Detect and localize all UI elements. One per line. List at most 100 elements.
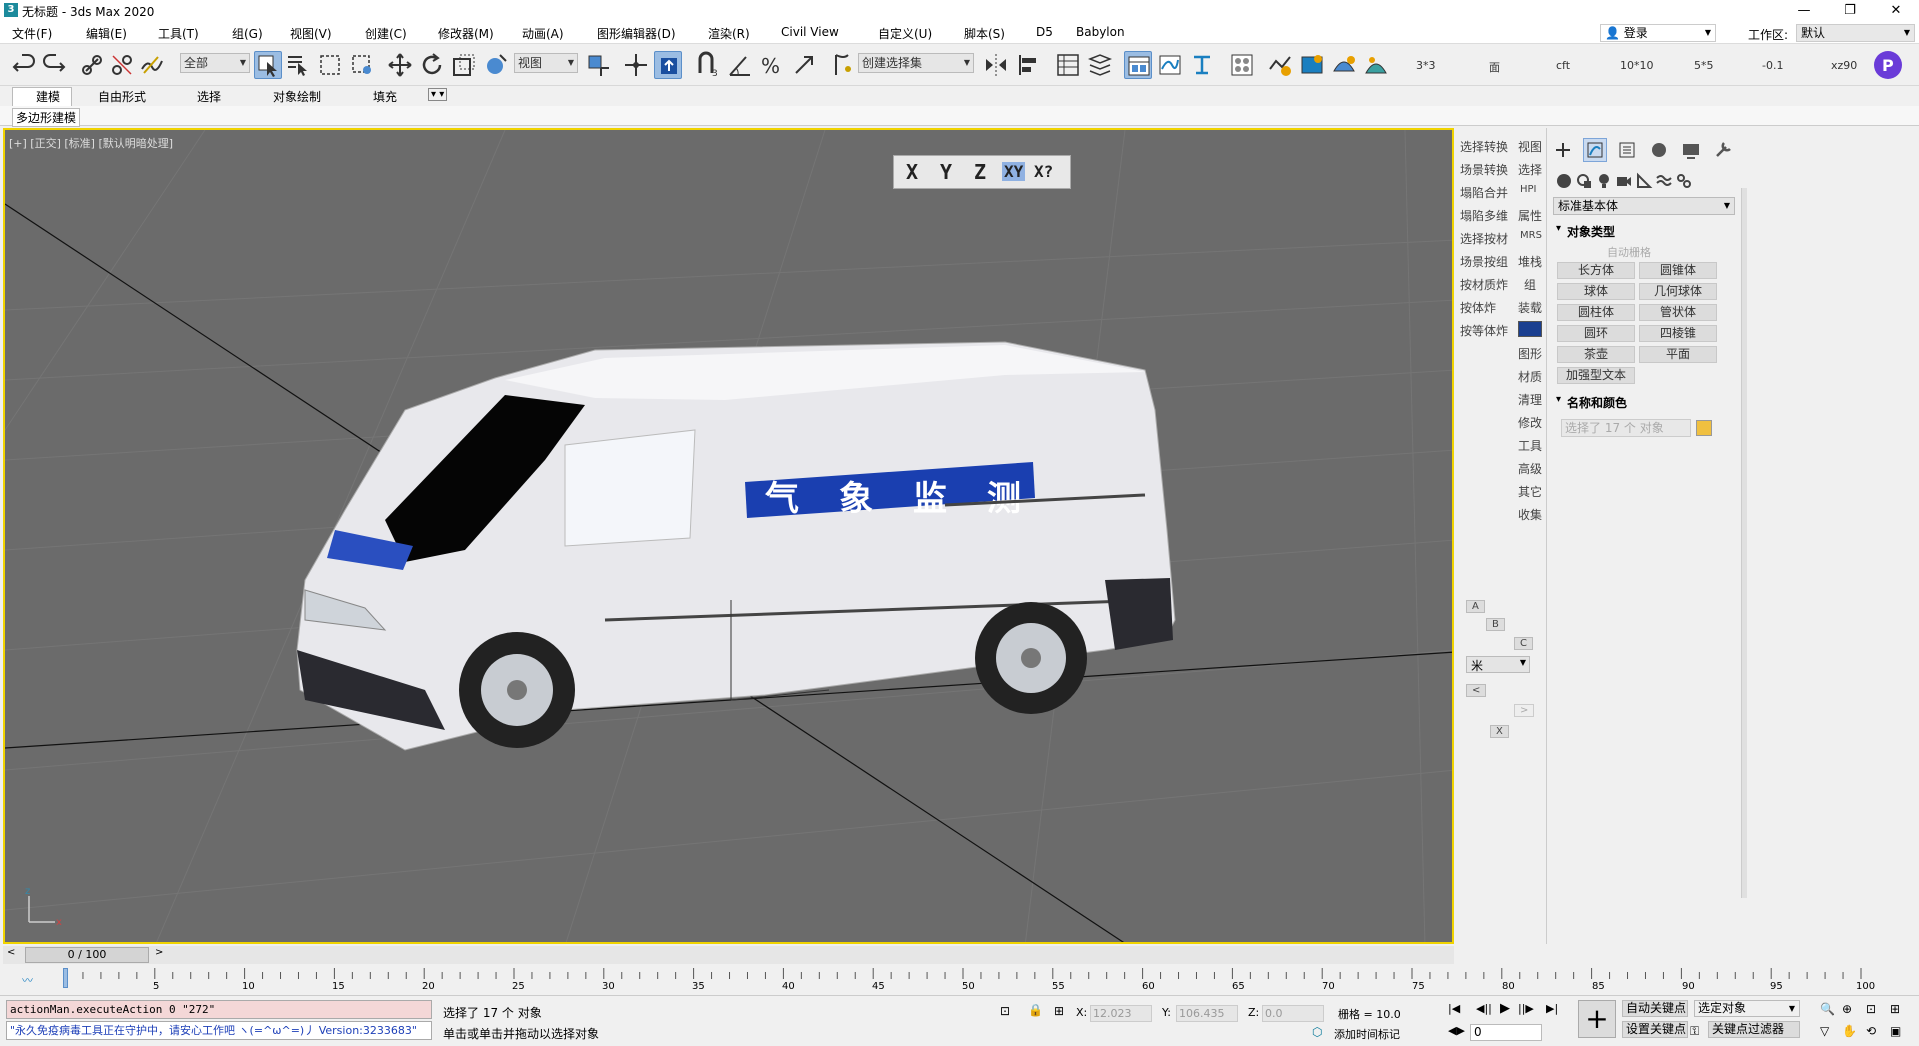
named-selection-dropdown[interactable]: 创建选择集 ▼ — [858, 53, 974, 73]
go-to-end-icon[interactable]: ▶| — [1546, 1002, 1558, 1015]
script-btn-explode-by-material[interactable]: 按材质炸 — [1460, 276, 1508, 293]
plane-button[interactable]: 平面 — [1639, 346, 1717, 363]
display-tab-icon[interactable] — [1679, 138, 1703, 162]
redo-icon[interactable] — [40, 51, 68, 79]
go-to-start-icon[interactable]: |◀ — [1448, 1002, 1460, 1015]
isolate-selection-icon[interactable]: ⊡ — [1000, 1004, 1010, 1018]
render-iterative-icon[interactable] — [1362, 51, 1390, 79]
reference-coord-dropdown[interactable]: 视图 ▼ — [514, 53, 578, 73]
script-btn-select-convert[interactable]: 选择转换 — [1460, 138, 1508, 155]
script-btn-explode-by-body[interactable]: 按体炸 — [1460, 299, 1496, 316]
motion-tab-icon[interactable] — [1647, 138, 1671, 162]
y-coordinate-field[interactable]: 106.435 — [1176, 1005, 1238, 1022]
axis-snap-toggle-button[interactable]: X? — [1034, 162, 1053, 181]
menu-edit[interactable]: 编辑(E) — [86, 25, 127, 42]
script-color-swatch[interactable] — [1518, 321, 1542, 337]
create-tab-icon[interactable] — [1551, 138, 1575, 162]
perspective-viewport[interactable]: 气象监测 z x [+] [正交] [标准] [默认明暗处理] X Y Z XY… — [3, 128, 1454, 944]
undo-icon[interactable] — [10, 51, 38, 79]
name-color-rollout-header[interactable]: 名称和颜色 — [1553, 394, 1735, 412]
script-button-xz90[interactable]: xz90 — [1831, 59, 1857, 72]
tab-populate[interactable]: 填充 — [373, 88, 397, 105]
script-btn-c[interactable]: C — [1514, 637, 1533, 650]
key-filters-icon[interactable]: ⚿ — [1690, 1024, 1699, 1039]
script-btn-other[interactable]: 其它 — [1518, 483, 1542, 500]
teapot-button[interactable]: 茶壶 — [1557, 346, 1635, 363]
chevron-right-icon[interactable]: > — [155, 947, 163, 958]
auto-key-button[interactable]: 自动关键点 — [1622, 1000, 1688, 1017]
absolute-mode-icon[interactable]: ⊞ — [1054, 1004, 1064, 1018]
geosphere-button[interactable]: 几何球体 — [1639, 283, 1717, 300]
tab-object-paint[interactable]: 对象绘制 — [273, 88, 321, 105]
menu-view[interactable]: 视图(V) — [290, 25, 332, 42]
select-manipulate-icon[interactable] — [622, 51, 650, 79]
keyboard-shortcut-override-icon[interactable] — [654, 51, 682, 79]
menu-create[interactable]: 创建(C) — [365, 25, 407, 42]
layer-explorer-icon[interactable] — [1086, 51, 1114, 79]
primitive-category-dropdown[interactable]: 标准基本体 ▼ — [1553, 197, 1735, 215]
script-btn-select-by-material[interactable]: 选择按材 — [1460, 230, 1508, 247]
current-frame-field[interactable]: 0 — [1470, 1024, 1542, 1041]
script-button-3x3[interactable]: 3*3 — [1416, 59, 1436, 72]
polygon-modeling-label[interactable]: 多边形建模 — [12, 108, 81, 127]
spinner-snap-icon[interactable] — [790, 51, 818, 79]
script-button-10x10[interactable]: 10*10 — [1620, 59, 1654, 72]
toggle-ribbon-icon[interactable] — [1124, 51, 1152, 79]
x-coordinate-field[interactable]: 12.023 — [1090, 1005, 1152, 1022]
script-btn-hpi[interactable]: HPI — [1520, 184, 1537, 195]
helpers-icon[interactable] — [1635, 172, 1653, 190]
script-btn-a[interactable]: A — [1466, 600, 1485, 613]
select-object-icon[interactable] — [254, 51, 282, 79]
plugin-p-icon[interactable]: P — [1874, 51, 1902, 79]
previous-frame-icon[interactable]: ◀|| — [1476, 1002, 1492, 1015]
zoom-extents-icon[interactable]: ⊡ — [1866, 1002, 1876, 1016]
zoom-extents-all-icon[interactable]: ⊞ — [1890, 1002, 1900, 1016]
systems-icon[interactable] — [1675, 172, 1693, 190]
script-button-minus-0-1[interactable]: -0.1 — [1762, 59, 1783, 72]
scene-explorer-icon[interactable] — [1054, 51, 1082, 79]
tube-button[interactable]: 管状体 — [1639, 304, 1717, 321]
orbit-icon[interactable]: ⟲ — [1866, 1024, 1876, 1038]
torus-button[interactable]: 圆环 — [1557, 325, 1635, 342]
script-button-5x5[interactable]: 5*5 — [1694, 59, 1714, 72]
cameras-icon[interactable] — [1615, 172, 1633, 190]
script-btn-right[interactable]: > — [1514, 704, 1535, 717]
command-panel-scrollbar[interactable] — [1741, 188, 1747, 898]
add-time-tag[interactable]: 添加时间标记 — [1334, 1026, 1400, 1042]
box-button[interactable]: 长方体 — [1557, 262, 1635, 279]
textplus-button[interactable]: 加强型文本 — [1557, 367, 1635, 384]
script-btn-clean[interactable]: 清理 — [1518, 391, 1542, 408]
login-dropdown[interactable]: 👤 登录 ▼ — [1600, 24, 1716, 42]
axis-xy-button[interactable]: XY — [1002, 162, 1026, 181]
material-editor-icon[interactable] — [1228, 51, 1256, 79]
key-filters-button[interactable]: 关键点过滤器 — [1708, 1021, 1800, 1038]
tab-modeling[interactable]: 建模 — [36, 88, 60, 105]
script-btn-b[interactable]: B — [1486, 618, 1505, 631]
set-key-button[interactable]: 设置关键点 — [1622, 1021, 1688, 1038]
script-btn-group[interactable]: 组 — [1524, 276, 1536, 293]
scale-icon[interactable] — [450, 51, 478, 79]
next-frame-icon[interactable]: ||▶ — [1518, 1002, 1534, 1015]
set-key-plus-icon[interactable]: + — [1578, 1000, 1616, 1038]
window-crossing-icon[interactable] — [348, 51, 376, 79]
tab-selection[interactable]: 选择 — [197, 88, 221, 105]
space-warps-icon[interactable] — [1655, 172, 1673, 190]
script-btn-collect[interactable]: 收集 — [1518, 506, 1542, 523]
snaps-toggle-icon[interactable]: 3 — [694, 51, 722, 79]
place-icon[interactable] — [482, 51, 510, 79]
menu-group[interactable]: 组(G) — [232, 25, 263, 42]
menu-rendering[interactable]: 渲染(R) — [708, 25, 750, 42]
edit-named-selection-icon[interactable] — [828, 51, 856, 79]
maximize-viewport-icon[interactable]: ▣ — [1890, 1024, 1901, 1038]
align-icon[interactable] — [1014, 51, 1042, 79]
maxscript-listener-input[interactable]: "永久免疫病毒工具正在守护中，请安心工作吧 ヽ(=^ω^=)丿 Version:… — [6, 1021, 432, 1040]
mirror-icon[interactable] — [982, 51, 1010, 79]
maxscript-listener-output[interactable]: actionMan.executeAction 0 "272" — [6, 1000, 432, 1019]
unit-dropdown[interactable]: 米 ▼ — [1466, 656, 1530, 673]
axis-z-button[interactable]: Z — [974, 160, 986, 184]
script-btn-scene-convert[interactable]: 场景转换 — [1460, 161, 1508, 178]
zoom-all-icon[interactable]: ⊕ — [1842, 1002, 1852, 1016]
geometry-icon[interactable] — [1555, 172, 1573, 190]
time-slider[interactable]: < 0 / 100 > — [3, 946, 1454, 964]
script-btn-left[interactable]: < — [1466, 684, 1487, 697]
